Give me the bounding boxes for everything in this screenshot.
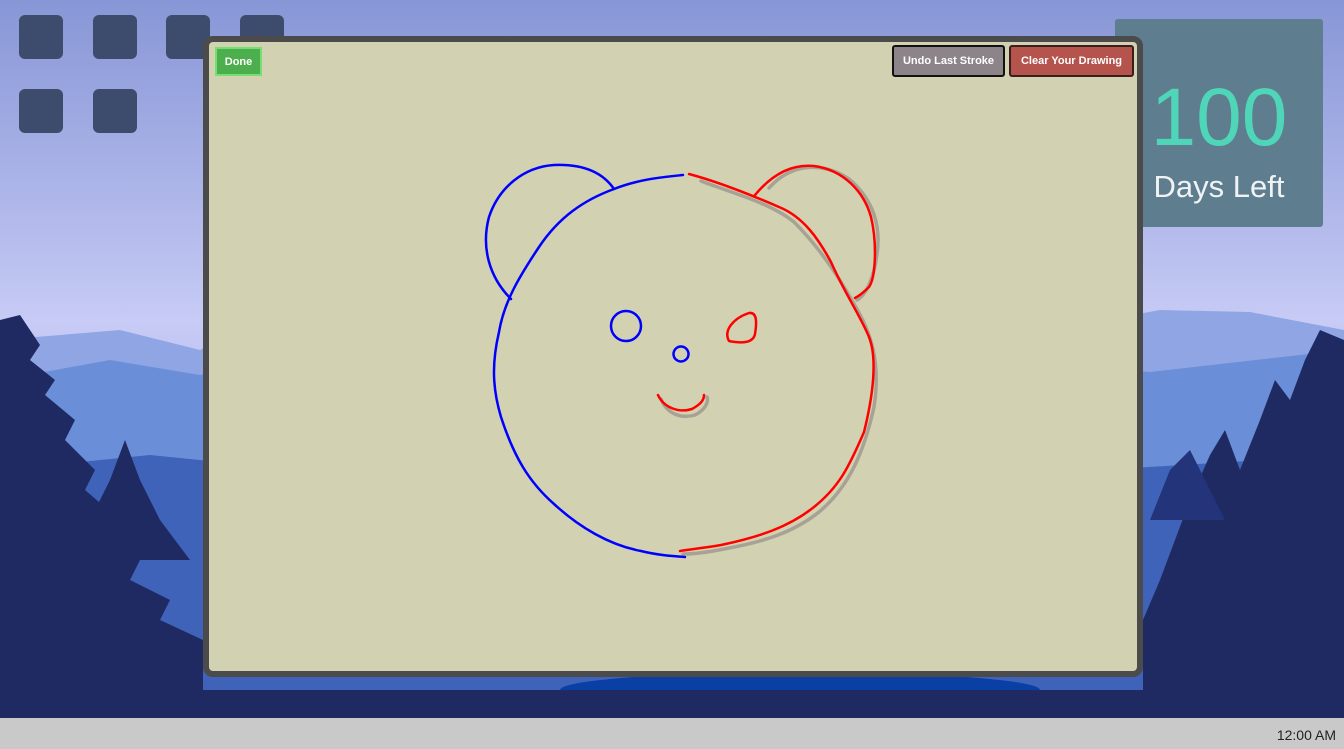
stroke-shadows bbox=[659, 165, 880, 556]
app-icon-6[interactable] bbox=[93, 89, 137, 133]
stroke-eye-left bbox=[609, 309, 643, 343]
drawing-canvas[interactable] bbox=[209, 42, 1137, 671]
stroke-nose bbox=[672, 345, 690, 363]
countdown-label: Days Left bbox=[1153, 169, 1285, 204]
taskbar-clock: 12:00 AM bbox=[1276, 727, 1336, 743]
drawing-window[interactable]: Done Undo Last Stroke Clear Your Drawing bbox=[203, 36, 1143, 677]
app-icon-5[interactable] bbox=[19, 89, 63, 133]
stroke-head-left bbox=[492, 173, 687, 559]
stroke-eye-right bbox=[726, 311, 758, 344]
stroke-head-right bbox=[678, 172, 875, 553]
undo-last-stroke-button[interactable]: Undo Last Stroke bbox=[892, 45, 1005, 77]
countdown-widget: 100 Days Left bbox=[1115, 19, 1323, 227]
desktop: 100 Days Left Done Undo Last Stroke Clea… bbox=[0, 0, 1344, 718]
blue-strokes bbox=[484, 163, 690, 559]
app-icon-1[interactable] bbox=[19, 15, 63, 59]
red-strokes bbox=[656, 164, 877, 553]
clear-drawing-button[interactable]: Clear Your Drawing bbox=[1009, 45, 1134, 77]
done-button[interactable]: Done bbox=[215, 47, 262, 76]
countdown-number: 100 bbox=[1150, 72, 1288, 163]
app-icon-2[interactable] bbox=[93, 15, 137, 59]
taskbar: 12:00 AM bbox=[0, 718, 1344, 749]
